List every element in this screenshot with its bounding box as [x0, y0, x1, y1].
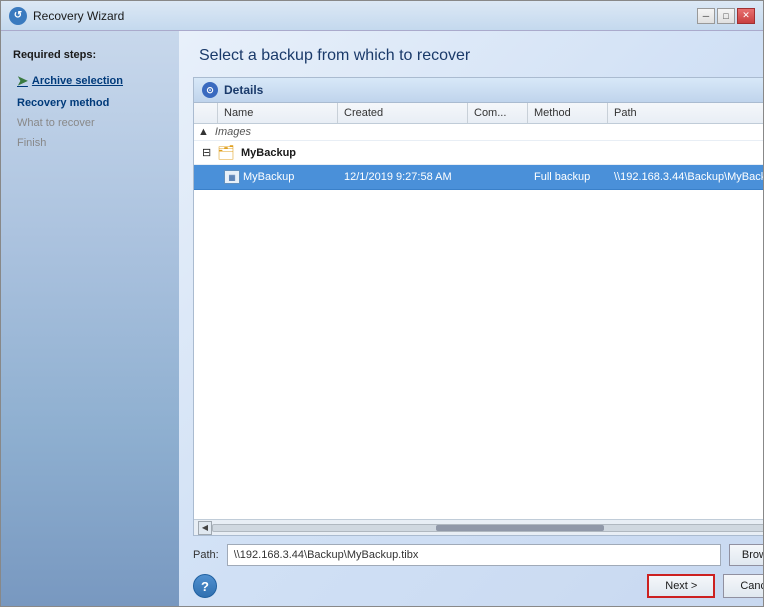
col-check-header — [194, 103, 218, 123]
button-row: ? Next > Cancel — [193, 574, 763, 598]
row-com-cell — [468, 175, 528, 179]
group-toggle-icon[interactable]: ▲ — [198, 126, 209, 138]
details-panel: ⊙ Details Name Created Com... Method Pat… — [193, 77, 763, 536]
details-header-label: Details — [224, 83, 263, 97]
main-content: Required steps: ➤ Archive selection Reco… — [1, 31, 763, 606]
page-title: Select a backup from which to recover — [179, 31, 763, 77]
horizontal-scrollbar[interactable]: ◀ ▶ — [194, 519, 763, 535]
sidebar-item-label: Archive selection — [32, 75, 123, 87]
row-name-value: MyBackup — [243, 171, 294, 183]
minimize-button[interactable]: ─ — [697, 8, 715, 24]
col-method-header: Method — [528, 103, 608, 123]
maximize-button[interactable]: □ — [717, 8, 735, 24]
sidebar: Required steps: ➤ Archive selection Reco… — [1, 31, 179, 606]
col-com-header: Com... — [468, 103, 528, 123]
app-icon: ↺ — [9, 7, 27, 25]
details-header: ⊙ Details — [194, 78, 763, 103]
table-row[interactable]: ▦ MyBackup 12/1/2019 9:27:58 AM Full bac… — [194, 165, 763, 190]
sidebar-item-what-to-recover: What to recover — [1, 113, 179, 133]
folder-toggle-icon[interactable]: ⊟ — [202, 146, 211, 159]
window-controls: ─ □ ✕ — [697, 8, 755, 24]
row-path-cell: \\192.168.3.44\Backup\MyBackup.t — [608, 169, 763, 185]
path-input[interactable] — [227, 544, 721, 566]
row-check-cell — [194, 175, 218, 179]
window-title: Recovery Wizard — [33, 9, 697, 23]
sidebar-item-label: What to recover — [17, 117, 95, 129]
scroll-track[interactable] — [212, 524, 763, 532]
bottom-area: Path: Browse ? Next > Cancel — [179, 536, 763, 606]
table-header: Name Created Com... Method Path — [194, 103, 763, 124]
col-name-header: Name — [218, 103, 338, 123]
close-button[interactable]: ✕ — [737, 8, 755, 24]
folder-icon: 🗂 — [217, 144, 235, 161]
col-created-header: Created — [338, 103, 468, 123]
scroll-thumb[interactable] — [436, 525, 604, 531]
row-name-cell: ▦ MyBackup — [218, 168, 338, 186]
path-label: Path: — [193, 549, 219, 561]
table-body: ▲ Images ⊟ 🗂 MyBackup — [194, 124, 763, 519]
backup-file-icon: ▦ — [224, 170, 240, 184]
row-created-cell: 12/1/2019 9:27:58 AM — [338, 169, 468, 185]
right-panel: Select a backup from which to recover ⊙ … — [179, 31, 763, 606]
sidebar-item-label: Finish — [17, 137, 46, 149]
arrow-icon: ➤ — [17, 73, 28, 89]
sidebar-item-recovery-method[interactable]: Recovery method — [1, 93, 179, 113]
title-bar: ↺ Recovery Wizard ─ □ ✕ — [1, 1, 763, 31]
cancel-button[interactable]: Cancel — [723, 574, 763, 598]
browse-button[interactable]: Browse — [729, 544, 763, 566]
sidebar-item-label: Recovery method — [17, 97, 109, 109]
sidebar-item-archive-selection[interactable]: ➤ Archive selection — [1, 69, 179, 93]
sidebar-item-finish: Finish — [1, 133, 179, 153]
path-row: Path: Browse — [193, 544, 763, 566]
required-steps-label: Required steps: — [1, 43, 179, 69]
group-label: Images — [215, 126, 251, 138]
main-window: ↺ Recovery Wizard ─ □ ✕ Required steps: … — [0, 0, 764, 607]
folder-name: MyBackup — [239, 147, 296, 159]
help-button[interactable]: ? — [193, 574, 217, 598]
row-method-cell: Full backup — [528, 169, 608, 185]
group-row-images[interactable]: ▲ Images — [194, 124, 763, 141]
col-path-header: Path — [608, 103, 763, 123]
details-icon: ⊙ — [202, 82, 218, 98]
scroll-left-button[interactable]: ◀ — [198, 521, 212, 535]
folder-row-mybackup[interactable]: ⊟ 🗂 MyBackup — [194, 141, 763, 165]
table-container: Name Created Com... Method Path ▲ Images — [194, 103, 763, 535]
next-button[interactable]: Next > — [647, 574, 715, 598]
